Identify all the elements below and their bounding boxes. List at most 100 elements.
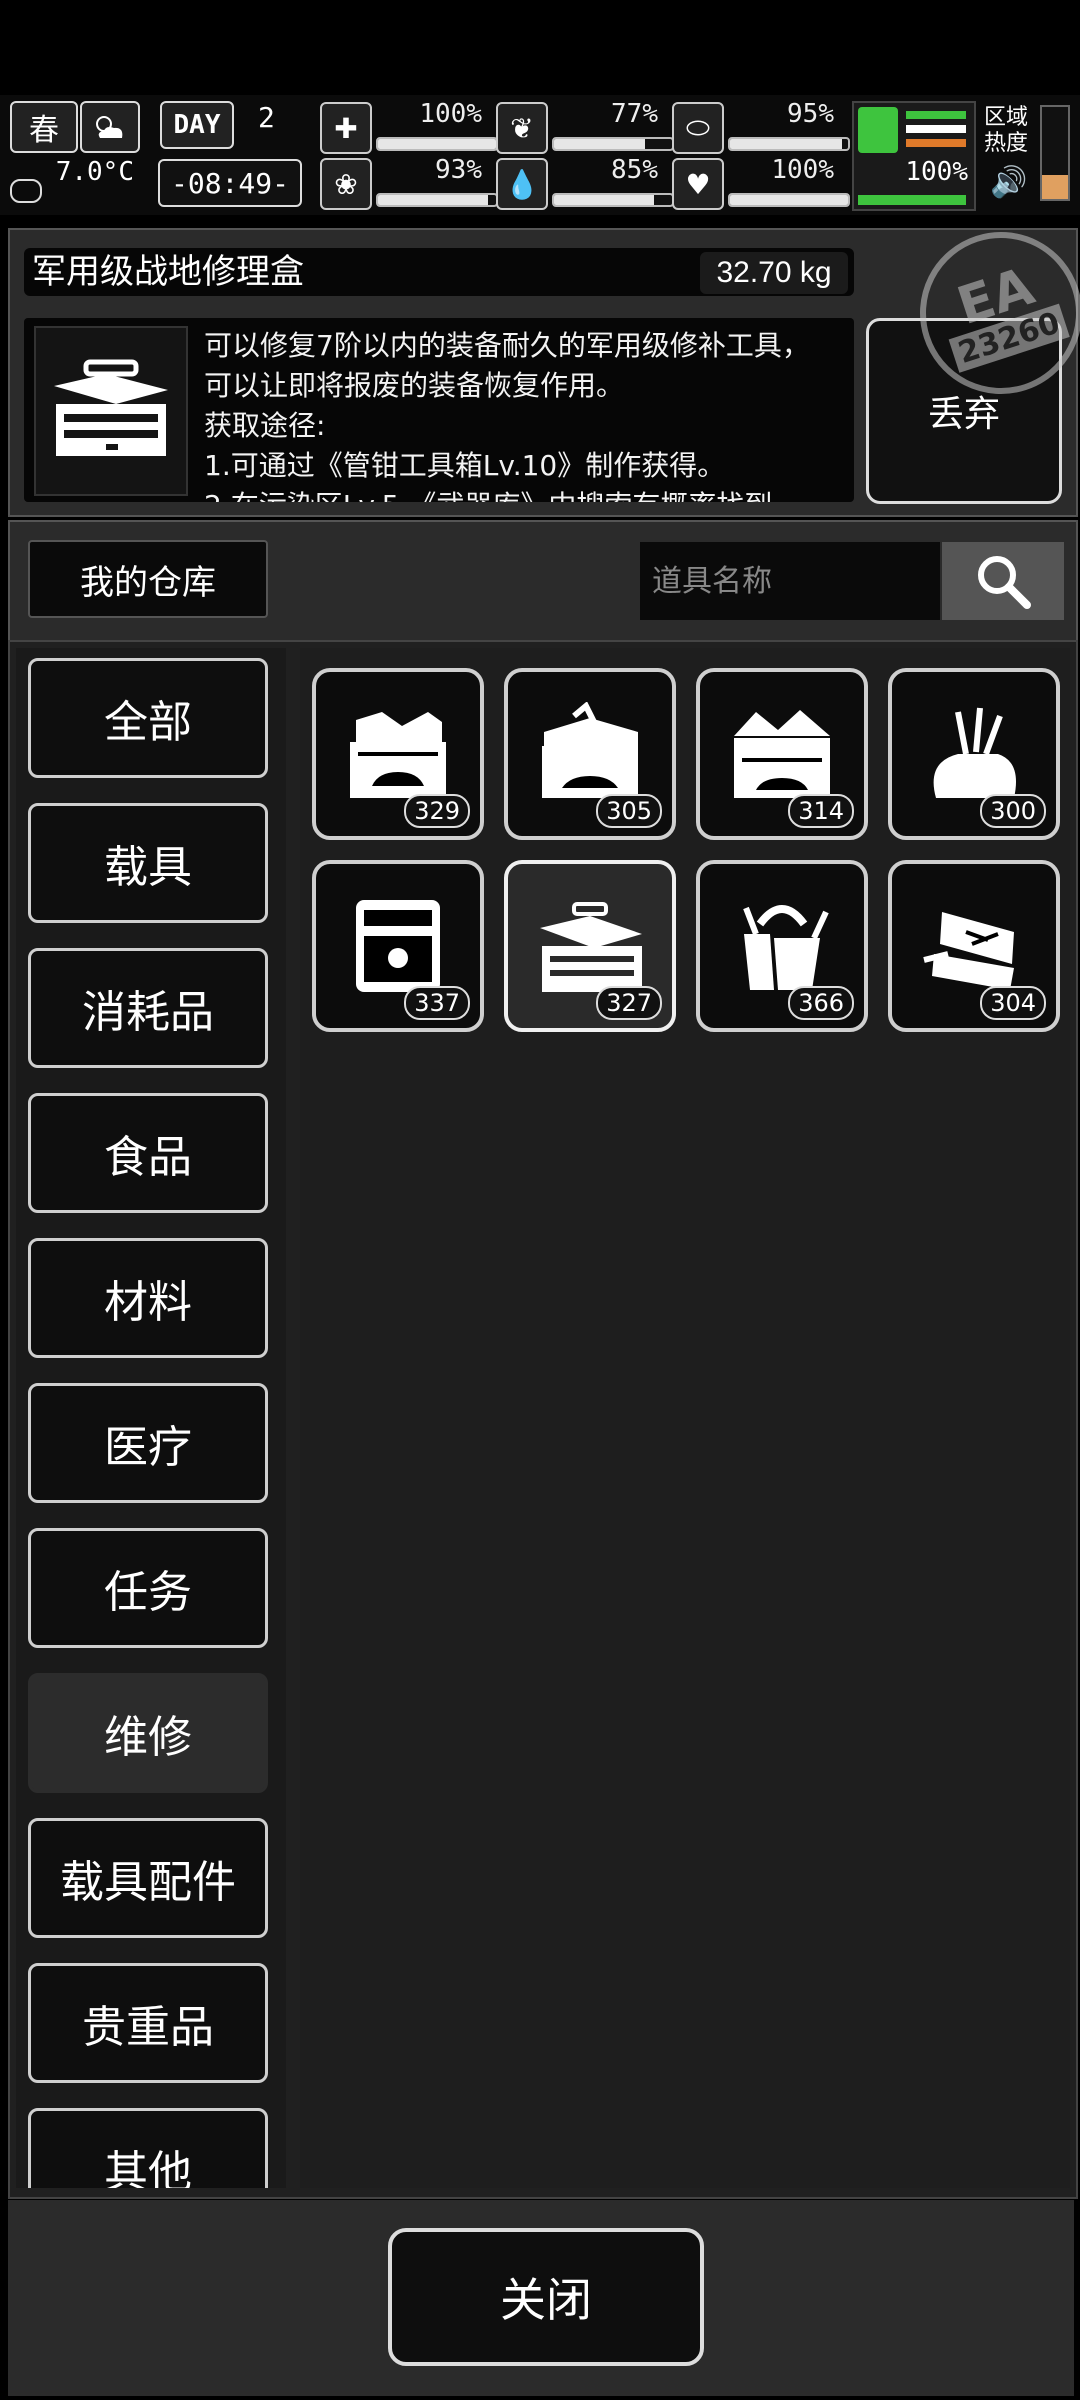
tool-bag-icon [933,707,1016,798]
energy-icon: ⬭ [672,102,724,154]
item-slot[interactable]: 305 [504,668,676,840]
stat-mind: ❀ 93% [320,155,498,211]
zone-heat-panel: 区域 热度 🔊 [980,101,1076,207]
item-count: 366 [788,986,854,1020]
stat-energy: ⬭ 95% [672,99,850,155]
category-materials[interactable]: 材料 [28,1238,268,1358]
item-count: 329 [404,794,470,828]
item-slot-selected[interactable]: 327 [504,860,676,1032]
thermometer-icon [10,179,42,203]
item-slot[interactable]: 304 [888,860,1060,1032]
season-badge: 春 [10,101,78,153]
category-valuables[interactable]: 贵重品 [28,1963,268,2083]
tool-bucket-icon [743,905,829,990]
category-label: 贵重品 [82,2002,214,2053]
item-slot[interactable]: 329 [312,668,484,840]
stat-heart-value: 100% [771,155,834,185]
category-label: 载具 [104,842,192,893]
close-button[interactable]: 关闭 [388,2228,704,2366]
toolbox-icon [734,710,830,798]
category-label: 全部 [104,697,192,748]
category-all[interactable]: 全部 [28,658,268,778]
zone-heat-label: 区域 热度 [984,105,1029,156]
warehouse-bar: 我的仓库 [8,520,1078,642]
tool-box-open-icon [923,912,1014,990]
stat-health-value: 100% [419,99,482,129]
category-vehicle[interactable]: 载具 [28,803,268,923]
stat-energy-bar [728,137,850,151]
category-other[interactable]: 其他 [28,2108,268,2188]
heart-icon: ♥ [672,158,724,210]
my-warehouse-label: 我的仓库 [80,562,216,603]
day-badge: DAY [160,101,234,149]
bottom-bar: 关闭 [8,2200,1074,2396]
clock-time: -08:49- [170,166,289,200]
item-slot[interactable]: 366 [696,860,868,1032]
category-label: 维修 [104,1712,192,1763]
weather-icon [80,101,140,153]
stomach-icon: ❦ [496,102,548,154]
search-button[interactable] [942,542,1064,620]
stat-mind-bar [376,193,498,207]
clock-display: -08:49- [158,159,302,207]
category-label: 医疗 [104,1422,192,1473]
water-drop-icon: 💧 [496,158,548,210]
stamina-bar [858,195,966,205]
item-grid: 329 305 314 300 337 327 366 304 [300,648,1070,2188]
my-warehouse-button[interactable]: 我的仓库 [28,540,268,618]
stat-health-bar [376,137,498,151]
stat-hunger-value: 77% [611,99,658,129]
stamina-value: 100% [905,157,968,187]
category-label: 任务 [104,1567,192,1618]
item-detail-panel: 军用级战地修理盒 32.70 kg 可以修复7阶以内的装备耐久的军用级修补工具，… [8,228,1078,517]
category-food[interactable]: 食品 [28,1093,268,1213]
item-count: 337 [404,986,470,1020]
tool-case-icon [356,900,440,992]
stat-hunger-bar [552,137,674,151]
item-title: 军用级战地修理盒 [32,252,304,292]
toolbox-icon [350,712,446,798]
stat-hunger: ❦ 77% [496,99,674,155]
category-label: 其他 [104,2147,192,2188]
stat-energy-value: 95% [787,99,834,129]
season-label: 春 [29,113,59,148]
stat-heart-bar [728,193,850,207]
item-slot[interactable]: 337 [312,860,484,1032]
stat-thirst-bar [552,193,674,207]
item-count: 305 [596,794,662,828]
brain-icon: ❀ [320,158,372,210]
item-search-input[interactable] [640,542,940,620]
item-count: 300 [980,794,1046,828]
item-count: 327 [596,986,662,1020]
stat-heart: ♥ 100% [672,155,850,211]
close-label: 关闭 [500,2273,592,2327]
item-weight: 32.70 kg [700,252,848,294]
item-count: 304 [980,986,1046,1020]
item-description: 可以修复7阶以内的装备耐久的军用级修补工具，可以让即将报废的装备恢复作用。 获取… [204,329,810,502]
stat-thirst: 💧 85% [496,155,674,211]
category-quest[interactable]: 任务 [28,1528,268,1648]
stamina-line-white [906,125,966,133]
item-slot[interactable]: 314 [696,668,868,840]
item-description-box[interactable]: 可以修复7阶以内的装备耐久的军用级修补工具，可以让即将报废的装备恢复作用。 获取… [24,318,854,502]
speaker-icon[interactable]: 🔊 [990,165,1027,200]
toolbox-icon [540,902,642,992]
stamina-line-orange [906,139,966,147]
category-sidebar[interactable]: 全部 载具 消耗品 食品 材料 医疗 任务 维修 载具配件 贵重品 其他 [16,648,286,2188]
category-repair[interactable]: 维修 [28,1673,268,1793]
day-value: 2 [258,101,275,134]
day-label: DAY [173,110,221,140]
item-count: 314 [788,794,854,828]
category-label: 食品 [104,1132,192,1183]
category-consumables[interactable]: 消耗品 [28,948,268,1068]
category-medical[interactable]: 医疗 [28,1383,268,1503]
zone-heat-bar [1040,105,1070,201]
category-vehicle-parts[interactable]: 载具配件 [28,1818,268,1938]
category-label: 消耗品 [82,987,214,1038]
toolbox-icon [34,326,188,496]
temperature-value: 7.0°C [55,157,134,187]
stat-health: ✚ 100% [320,99,498,155]
category-label: 载具配件 [60,1857,236,1908]
item-slot[interactable]: 300 [888,668,1060,840]
stamina-panel: 100% [852,101,976,211]
